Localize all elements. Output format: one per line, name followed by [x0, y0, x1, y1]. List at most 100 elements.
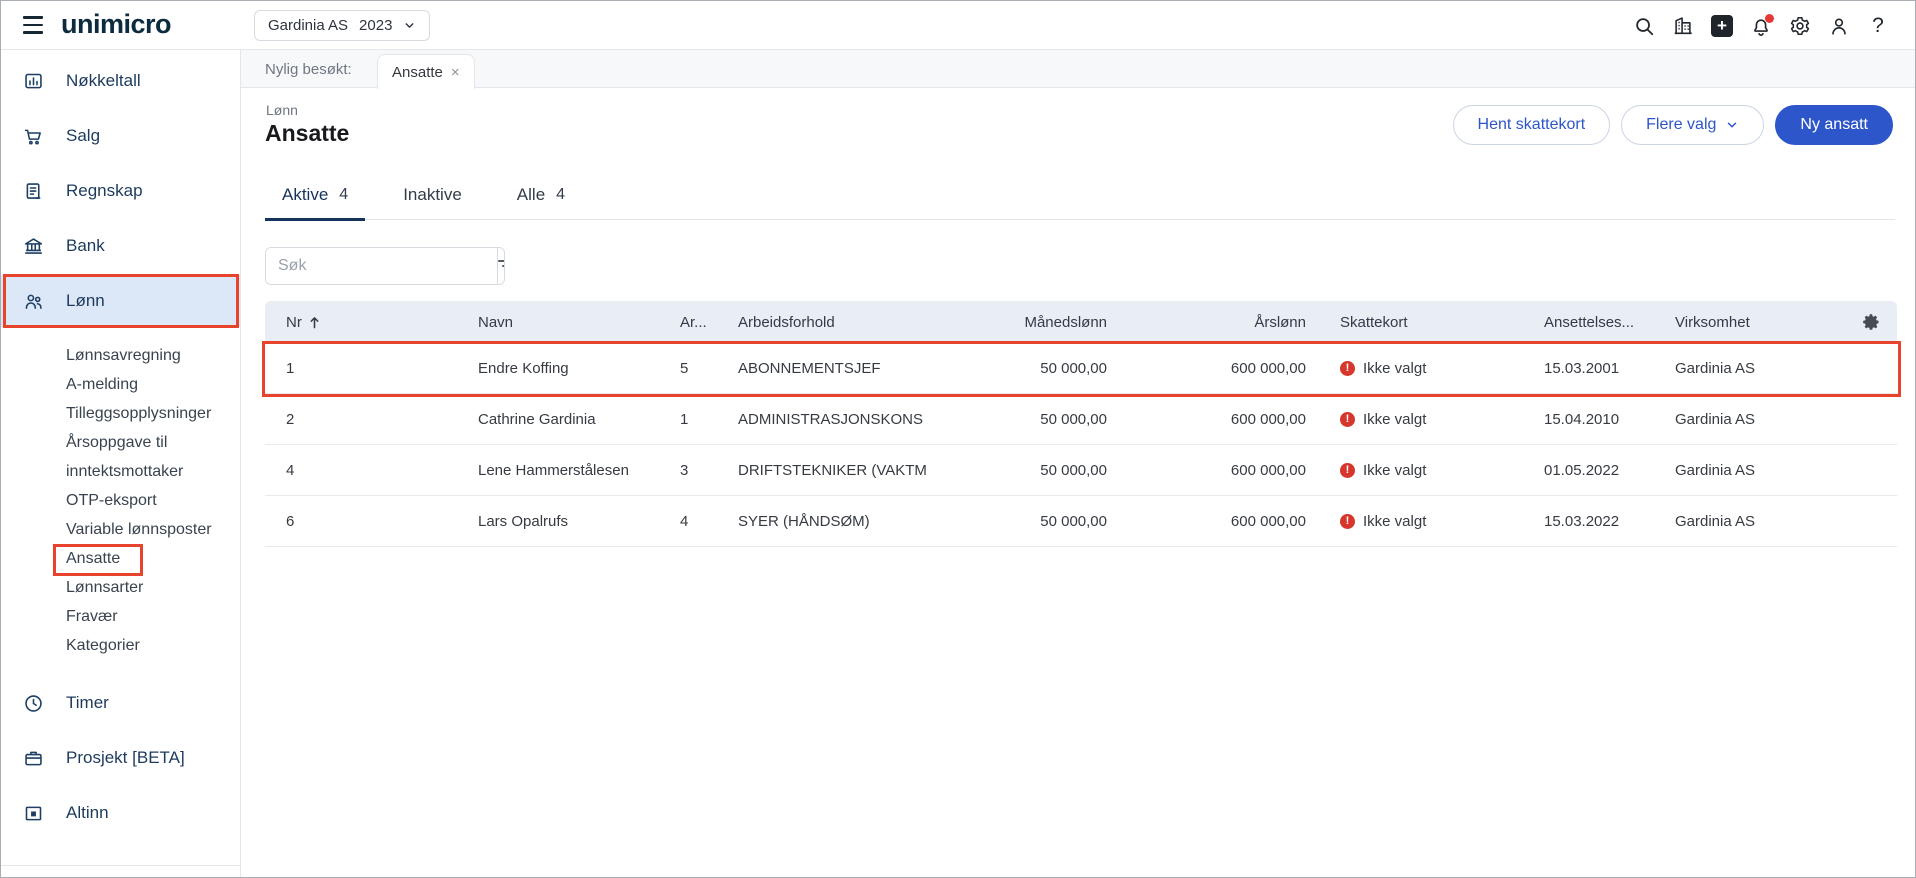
cell-arslonn: 600 000,00	[1230, 410, 1306, 428]
cell-navn: Lars Opalrufs	[478, 512, 569, 530]
submenu-item-ansatte[interactable]: Ansatte	[1, 544, 240, 573]
sidebar-item-lonn[interactable]: Lønn	[1, 275, 240, 327]
column-header-manedslonn[interactable]: Månedslønn	[965, 314, 1107, 331]
breadcrumb: Lønn	[266, 102, 298, 118]
add-icon[interactable]: +	[1711, 14, 1733, 37]
page-header: Lønn Ansatte Hent skattekort Flere valg …	[241, 88, 1915, 171]
sort-ascending-icon	[309, 316, 320, 329]
people-icon	[23, 291, 44, 312]
column-header-virksomhet[interactable]: Virksomhet	[1661, 314, 1845, 331]
recent-tab-ansatte[interactable]: Ansatte ×	[377, 54, 475, 89]
main-content: Nylig besøkt: Ansatte × Lønn Ansatte Hen…	[241, 50, 1915, 877]
tab-count: 4	[339, 186, 349, 203]
submenu-item-kategorier[interactable]: Kategorier	[1, 631, 240, 660]
search-input[interactable]	[266, 248, 497, 284]
settings-gear-icon[interactable]	[1789, 15, 1811, 37]
marketplace-icon[interactable]	[1672, 15, 1694, 37]
ledger-icon	[23, 181, 44, 202]
header-actions: Hent skattekort Flere valg Ny ansatt	[1452, 105, 1893, 145]
tab-aktive[interactable]: Aktive 4	[265, 171, 366, 221]
cell-arbeidsforhold: ABONNEMENTSJEF	[738, 359, 881, 377]
table-row[interactable]: 4 Lene Hammerstålesen 3 DRIFTSTEKNIKER (VAK…	[265, 445, 1897, 496]
sidebar-item-prosjekt[interactable]: Prosjekt [BETA]	[1, 732, 240, 784]
new-employee-label: Ny ansatt	[1800, 116, 1868, 133]
chevron-down-icon	[1728, 122, 1737, 128]
cell-ar: 4	[680, 512, 689, 530]
hamburger-menu-icon[interactable]	[23, 16, 43, 34]
page-title: Ansatte	[265, 120, 350, 146]
submenu-item-otp-eksport[interactable]: OTP-eksport	[1, 486, 240, 515]
skattekort-status: Ikke valgt	[1363, 512, 1427, 530]
fetch-taxcards-button[interactable]: Hent skattekort	[1452, 105, 1611, 145]
tab-label: Inaktive	[403, 185, 462, 204]
column-header-skattekort[interactable]: Skattekort	[1306, 314, 1529, 331]
sidebar-item-bank[interactable]: Bank	[1, 220, 240, 272]
sidebar: Nøkkeltall Salg Regnskap Bank Lønn Lønns…	[1, 50, 241, 877]
warning-icon: !	[1340, 411, 1355, 427]
notification-badge	[1765, 13, 1774, 23]
submenu-item-tilleggsopplysninger[interactable]: Tilleggsopplysninger	[1, 399, 240, 428]
cell-manedslonn: 50 000,00	[1040, 410, 1107, 428]
sidebar-item-salg[interactable]: Salg	[1, 110, 240, 162]
column-header-ansettelsesdato[interactable]: Ansettelses...	[1529, 314, 1661, 331]
sidebar-item-nokkeltall[interactable]: Nøkkeltall	[1, 55, 240, 107]
app-logo[interactable]: unimicro	[61, 9, 172, 40]
recently-visited-strip: Nylig besøkt:	[241, 50, 1915, 88]
tab-label: Aktive	[282, 185, 329, 204]
sidebar-item-label: Prosjekt [BETA]	[66, 748, 185, 767]
column-header-navn[interactable]: Navn	[457, 314, 665, 331]
submenu-item-lonnsarter[interactable]: Lønnsarter	[1, 573, 240, 602]
tab-inaktive[interactable]: Inaktive	[386, 171, 479, 219]
table-row[interactable]: 2 Cathrine Gardinia 1 ADMINISTRASJONSKONS 50…	[265, 394, 1897, 445]
column-header-arbeidsforhold[interactable]: Arbeidsforhold	[723, 314, 965, 331]
new-employee-button[interactable]: Ny ansatt	[1775, 105, 1893, 145]
more-options-label: Flere valg	[1646, 116, 1717, 133]
cell-arslonn: 600 000,00	[1230, 461, 1306, 479]
skattekort-status: Ikke valgt	[1363, 359, 1427, 377]
filter-button[interactable]	[497, 248, 504, 284]
column-header-nr[interactable]: Nr	[265, 314, 457, 331]
more-options-button[interactable]: Flere valg	[1621, 105, 1765, 145]
cell-ansettelsesdato: 15.03.2022	[1544, 512, 1620, 530]
fetch-taxcards-label: Hent skattekort	[1477, 116, 1586, 133]
table-row[interactable]: 6 Lars Opalrufs 4 SYER (HÅNDSØM) 50 000,00 60…	[265, 496, 1897, 547]
tab-alle[interactable]: Alle 4	[500, 171, 582, 219]
close-icon[interactable]: ×	[451, 64, 460, 81]
submenu-item-arsoppgave[interactable]: Årsoppgave til inntektsmottaker	[1, 428, 240, 486]
sidebar-bottom-group: Timer Prosjekt [BETA] Altinn	[1, 677, 240, 839]
submenu-item-lonnsavregning[interactable]: Lønnsavregning	[1, 341, 240, 370]
sidebar-item-label: Salg	[66, 126, 101, 145]
help-icon[interactable]: ?	[1867, 14, 1889, 37]
lonn-submenu: Lønnsavregning A-melding Tilleggsopplysn…	[1, 341, 240, 660]
cell-navn: Endre Koffing	[478, 359, 569, 377]
bank-icon	[23, 236, 44, 257]
skattekort-status: Ikke valgt	[1363, 410, 1427, 428]
submenu-item-a-melding[interactable]: A-melding	[1, 370, 240, 399]
company-name: Gardinia AS	[268, 17, 349, 34]
cell-nr: 1	[286, 359, 295, 377]
altinn-icon	[23, 803, 44, 824]
topbar: unimicro Gardinia AS 2023 + ?	[1, 1, 1915, 50]
table-settings-gear-icon[interactable]	[1861, 312, 1881, 332]
briefcase-icon	[23, 748, 44, 769]
column-header-arslonn[interactable]: Årslønn	[1107, 314, 1306, 331]
table-row[interactable]: 1 Endre Koffing 5 ABONNEMENTSJEF 50 000,00 60…	[265, 343, 1897, 394]
sidebar-item-altinn[interactable]: Altinn	[1, 787, 240, 839]
tab-label: Alle	[516, 185, 546, 204]
sidebar-item-label: Timer	[66, 693, 109, 712]
cell-nr: 2	[286, 410, 295, 428]
user-profile-icon[interactable]	[1828, 15, 1850, 37]
sidebar-item-timer[interactable]: Timer	[1, 677, 240, 729]
sidebar-item-regnskap[interactable]: Regnskap	[1, 165, 240, 217]
warning-icon: !	[1340, 513, 1355, 529]
submenu-item-fravaer[interactable]: Fravær	[1, 602, 240, 631]
cell-skattekort: ! Ikke valgt	[1306, 411, 1529, 428]
company-selector[interactable]: Gardinia AS 2023	[254, 10, 431, 41]
cell-virksomhet: Gardinia AS	[1675, 461, 1756, 479]
notifications-bell-icon[interactable]	[1750, 13, 1774, 37]
submenu-item-variable-lonnsposter[interactable]: Variable lønnsposter	[1, 515, 240, 544]
search-icon[interactable]	[1633, 15, 1655, 37]
table-body: 1 Endre Koffing 5 ABONNEMENTSJEF 50 000,00 60…	[265, 343, 1897, 547]
chevron-down-icon	[405, 23, 414, 28]
column-header-ar[interactable]: Ar...	[665, 314, 723, 331]
